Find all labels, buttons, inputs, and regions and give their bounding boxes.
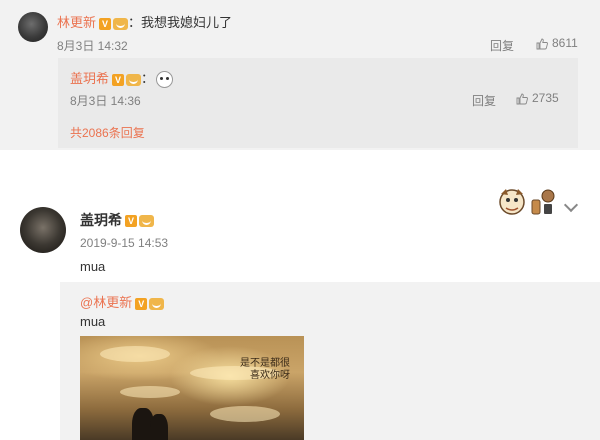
section-divider	[0, 150, 600, 178]
reply-like-count: 2735	[532, 91, 559, 105]
comment-reply-button[interactable]: 回复	[490, 37, 514, 54]
post-author-name[interactable]: 盖玥希	[80, 212, 122, 228]
comment-time: 8月3日 14:32	[57, 39, 128, 53]
reply-text: ：	[141, 71, 155, 86]
member-crown-icon	[149, 297, 165, 310]
comment-like-button[interactable]: 8611	[536, 36, 578, 50]
photo-caption: 是不是都很 喜欢你呀	[240, 358, 290, 382]
verified-v-badge-icon: V	[125, 215, 137, 228]
photo-caption-line1: 是不是都很	[240, 358, 290, 369]
thumbs-up-icon	[536, 38, 548, 50]
post-time: 2019-9-15 14:53	[80, 236, 169, 250]
reply-reply-button[interactable]: 回复	[472, 92, 496, 109]
repost-text: mua	[80, 314, 106, 329]
member-crown-icon	[126, 73, 142, 86]
post-author-avatar[interactable]	[20, 207, 66, 253]
comment-author-name[interactable]: 林更新	[57, 15, 96, 30]
emoji-face-icon	[156, 71, 174, 89]
reply-time: 8月3日 14:36	[70, 94, 141, 108]
commenter-avatar[interactable]	[18, 12, 48, 42]
comment-text: ：我想我媳妇儿了	[128, 15, 233, 30]
verified-v-badge-icon: V	[99, 17, 112, 30]
comment-thread: 林更新 V ：我想我媳妇儿了 8月3日 14:32 回复 8611 盖玥希 V： 8月…	[0, 0, 600, 150]
photo-cloud	[120, 386, 180, 398]
thumbs-up-icon	[516, 93, 528, 105]
comment-author-row: 林更新 V ：我想我媳妇儿了	[57, 12, 232, 31]
repost-photo[interactable]: 是不是都很 喜欢你呀	[80, 336, 304, 440]
verified-v-badge-icon: V	[135, 297, 148, 310]
verified-v-badge-icon: V	[112, 73, 125, 86]
reply-author-row: 盖玥希 V ：	[70, 68, 174, 89]
post-author-row: 盖玥希 V	[80, 210, 154, 230]
reply-author-name[interactable]: 盖玥希	[70, 71, 109, 86]
member-crown-icon	[113, 17, 129, 30]
repost-author-name[interactable]: @林更新	[80, 295, 132, 310]
reply-like-button[interactable]: 2735	[516, 91, 559, 105]
photo-caption-line2: 喜欢你呀	[250, 370, 290, 381]
photo-silhouette	[150, 414, 168, 440]
post-text: mua	[80, 259, 106, 274]
member-crown-icon	[139, 215, 154, 228]
more-replies-link[interactable]: 共2086条回复	[70, 124, 145, 141]
comment-like-count: 8611	[552, 36, 578, 50]
nested-reply-box: 盖玥希 V ： 8月3日 14:36 回复 2735 共2086条回复	[58, 58, 578, 148]
photo-cloud	[100, 346, 170, 362]
repost-author-row: @林更新 V	[80, 292, 165, 311]
photo-cloud	[210, 406, 280, 422]
